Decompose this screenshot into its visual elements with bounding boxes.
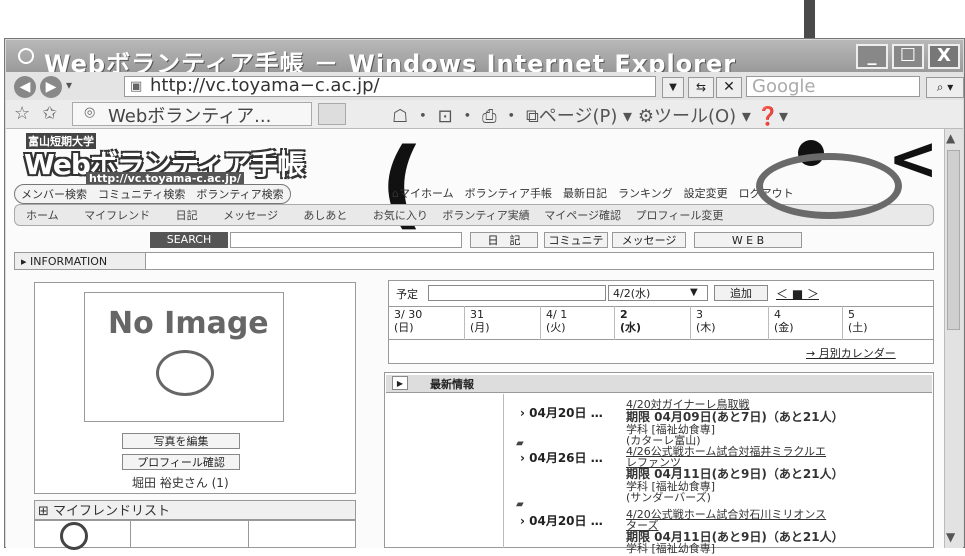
member-search-links[interactable]: メンバー検索 コミュニティ検索 ボランティア検索 [14, 184, 291, 204]
chevron-down-icon[interactable]: ▼ [690, 287, 698, 298]
profile-check-button[interactable]: プロフィール確認 [122, 454, 240, 470]
calendar-day[interactable]: 3 (木) [696, 308, 716, 334]
search-icon[interactable]: ⌕ ▾ [926, 77, 964, 98]
search-label: SEARCH [150, 232, 228, 248]
friend-grid-divider [248, 520, 249, 548]
camera-icon: ▰ [516, 438, 524, 449]
top-links[interactable]: ⌂マイホーム ボランティア手帳 最新日記 ランキング 設定変更 ログアウト [392, 185, 794, 201]
friend-list-title[interactable]: ⊞ マイフレンドリスト [38, 500, 170, 519]
calendar-day[interactable]: 4/ 1 (火) [546, 308, 567, 334]
search-diary-button[interactable]: 日 記 [470, 232, 538, 248]
minimize-button[interactable]: _ [856, 44, 888, 69]
ie-logo-icon [18, 48, 34, 64]
news-left-column [388, 394, 504, 548]
news-organization: (サンダーバーズ) [626, 491, 711, 504]
calendar-day[interactable]: 5 (土) [848, 308, 868, 334]
add-favorites-icon[interactable]: ✩ [42, 103, 57, 124]
calendar-divider [614, 306, 615, 340]
address-dropdown-icon[interactable]: ▼ [662, 77, 684, 98]
site-search-input[interactable] [230, 232, 462, 248]
back-arrow-icon[interactable]: ◀ [14, 76, 36, 98]
news-department: 学科 [福祉幼食専] [626, 542, 716, 555]
new-tab-button[interactable] [318, 103, 346, 125]
news-date: › 04月20日 … [520, 514, 603, 528]
calendar-day[interactable]: 31 (月) [470, 308, 490, 334]
baby-face-icon [156, 350, 214, 396]
scroll-thumb[interactable] [947, 150, 960, 330]
edit-photo-button[interactable]: 写真を編集 [122, 433, 240, 449]
news-date: › 04月26日 … [520, 451, 603, 465]
calendar-day[interactable]: 3/ 30 (日) [394, 308, 422, 334]
monthly-calendar-link[interactable]: → 月別カレンダー [806, 345, 896, 361]
history-dropdown-icon[interactable]: ▾ [66, 78, 72, 92]
add-schedule-button[interactable]: 追加 [714, 285, 768, 301]
maximize-button[interactable]: ☐ [892, 44, 924, 69]
calendar-week-nav[interactable]: ＜ ■ ＞ [776, 285, 819, 302]
calendar-day[interactable]: 4 (金) [774, 308, 794, 334]
scroll-down-icon[interactable]: ▼ [946, 530, 955, 544]
search-web-button[interactable]: W E B [694, 232, 802, 248]
calendar-day-today[interactable]: 2 (水) [620, 308, 641, 334]
url-text[interactable]: http://vc.toyama−c.ac.jp/ [150, 75, 380, 96]
calendar-divider [690, 306, 691, 340]
favorites-star-icon[interactable]: ☆ [14, 103, 30, 124]
page-icon: ▣ [130, 79, 143, 94]
scroll-up-icon[interactable]: ▲ [946, 131, 955, 145]
calendar-divider [464, 306, 465, 340]
search-community-button[interactable]: コミュニティ [544, 232, 608, 262]
command-bar[interactable]: ☖ ・ ⊡ ・ ⎙ ・ ⧉ページ(P) ▾ ⚙ツール(O) ▾ ❓▾ [392, 102, 788, 128]
schedule-label: 予定 [396, 288, 418, 301]
friend-avatar-icon[interactable] [60, 522, 88, 550]
nav-items[interactable]: ホーム マイフレンド 日記 メッセージ あしあと お気に入り ボランティア実績 … [26, 207, 723, 223]
calendar-divider [842, 306, 843, 340]
calendar-divider [540, 306, 541, 340]
search-placeholder: Google [752, 76, 816, 97]
play-icon[interactable]: ▶ [392, 376, 408, 390]
stop-icon[interactable]: ✕ [716, 77, 742, 98]
schedule-input[interactable] [428, 285, 606, 301]
calendar-divider [768, 306, 769, 340]
friend-grid-divider [130, 520, 131, 548]
tab-favicon-icon: ◎ [84, 105, 96, 120]
close-button[interactable]: X [928, 44, 960, 69]
no-image-text: No Image [108, 306, 269, 341]
camera-icon: ▰ [516, 499, 524, 510]
annotation-circle [756, 153, 902, 219]
information-tab[interactable]: ▸ INFORMATION [14, 252, 146, 270]
tab-title[interactable]: Webボランティア... [108, 102, 271, 128]
refresh-icon[interactable]: ⇆ [688, 77, 714, 98]
profile-name: 堀田 裕史さん (1) [132, 476, 229, 490]
information-bar [14, 252, 934, 270]
news-title: 最新情報 [430, 378, 474, 391]
forward-arrow-icon[interactable]: ▶ [40, 76, 62, 98]
news-date: › 04月20日 … [520, 406, 603, 420]
search-message-button[interactable]: メッセージ [612, 232, 686, 248]
